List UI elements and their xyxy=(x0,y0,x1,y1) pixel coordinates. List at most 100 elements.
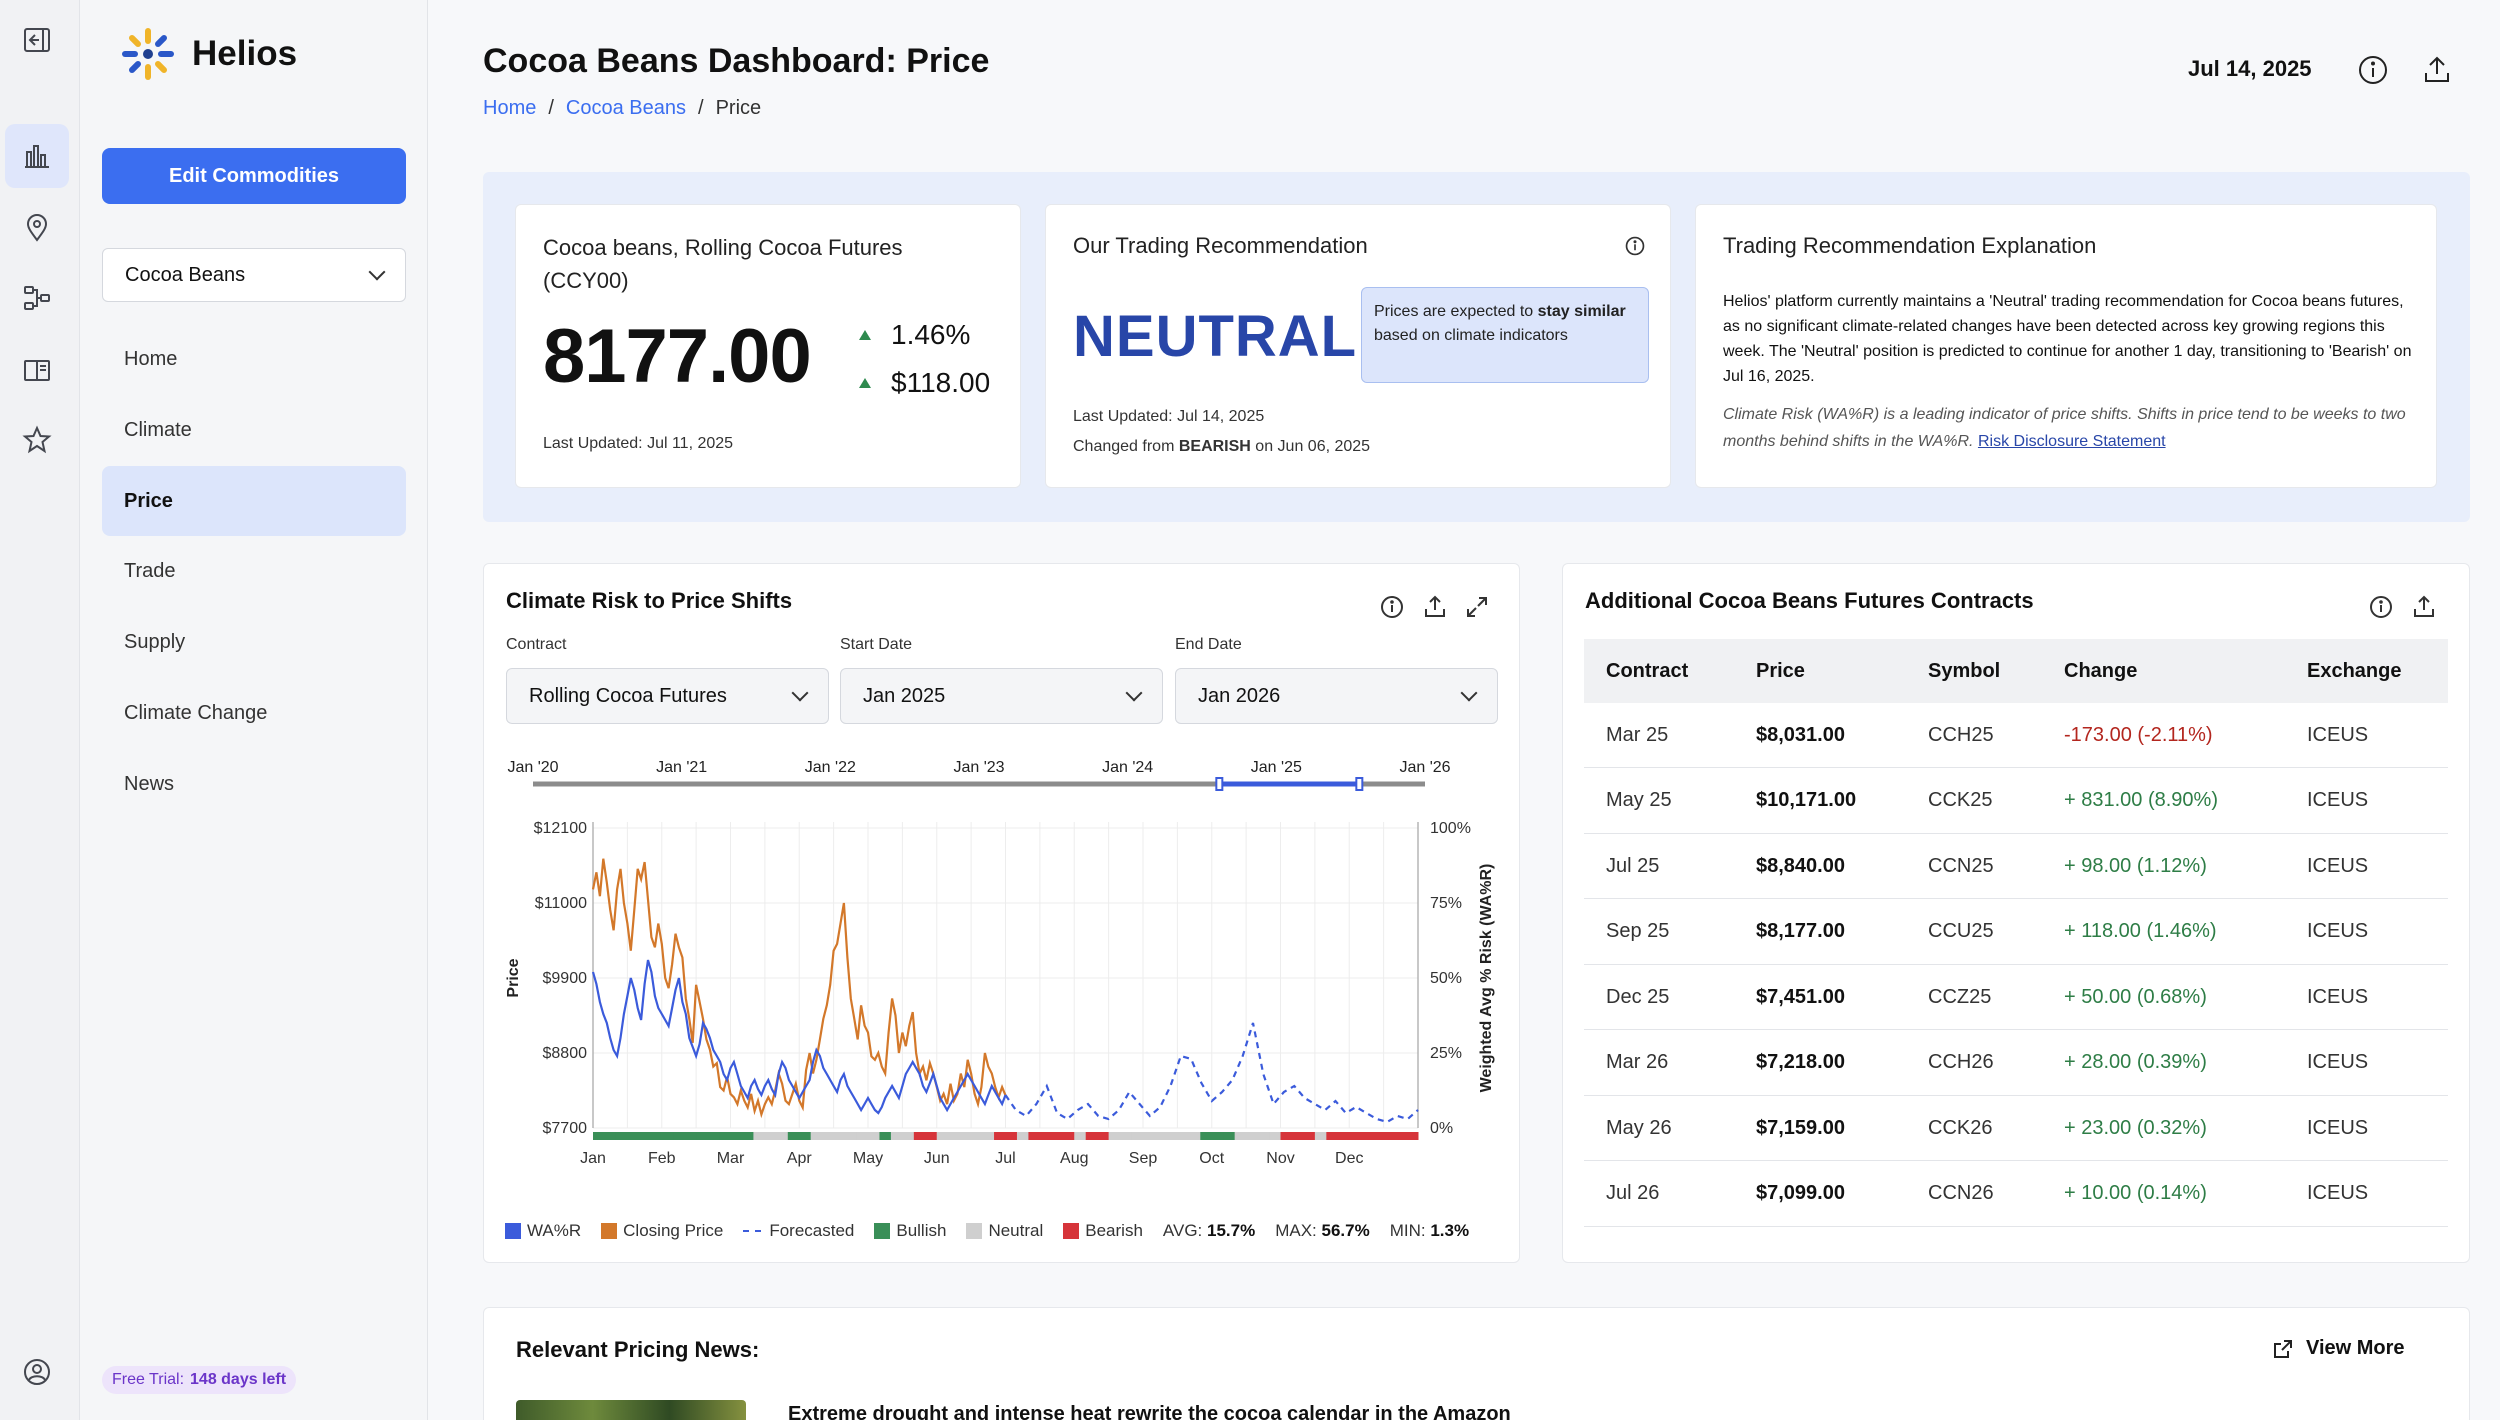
news-thumbnail[interactable] xyxy=(516,1400,746,1420)
changed-text: on Jun 06, 2025 xyxy=(1251,438,1370,455)
recommendation-title: Our Trading Recommendation xyxy=(1073,233,1368,259)
header-change[interactable]: Change xyxy=(2064,639,2137,703)
cell-price: $7,099.00 xyxy=(1756,1162,1845,1226)
header-price[interactable]: Price xyxy=(1756,639,1805,703)
end-date-label: End Date xyxy=(1175,636,1242,654)
sidebar-item-supply[interactable]: Supply xyxy=(102,607,406,677)
header-contract[interactable]: Contract xyxy=(1606,639,1688,703)
end-date-value: Jan 2026 xyxy=(1198,685,1280,708)
signal-segment xyxy=(1384,1132,1396,1140)
news-headline[interactable]: Extreme drought and intense heat rewrite… xyxy=(788,1403,1511,1420)
free-trial-badge[interactable]: Free Trial: 148 days left xyxy=(102,1366,296,1394)
contract-label: Contract xyxy=(506,636,566,654)
info-icon[interactable] xyxy=(2355,52,2391,88)
flow-icon[interactable] xyxy=(5,266,69,330)
recommendation-note: Prices are expected to stay similar base… xyxy=(1361,287,1649,383)
legend-label: Neutral xyxy=(988,1221,1043,1241)
breadcrumb-cocoa-beans[interactable]: Cocoa Beans xyxy=(566,97,686,120)
signal-segment xyxy=(1040,1132,1052,1140)
note-text: Prices are expected to xyxy=(1374,303,1538,320)
start-date-select[interactable]: Jan 2025 xyxy=(840,668,1163,724)
page-title: Cocoa Beans Dashboard: Price xyxy=(483,42,989,81)
cell-price: $7,159.00 xyxy=(1756,1096,1845,1160)
legend-bearish[interactable]: Bearish xyxy=(1063,1221,1143,1241)
sidebar-item-climate[interactable]: Climate xyxy=(102,395,406,465)
legend-bullish[interactable]: Bullish xyxy=(874,1221,946,1241)
cell-change: + 23.00 (0.32%) xyxy=(2064,1096,2207,1160)
cell-contract: Dec 25 xyxy=(1606,965,1669,1029)
signal-segment xyxy=(1120,1132,1132,1140)
table-row[interactable]: May 25$10,171.00CCK25+ 831.00 (8.90%)ICE… xyxy=(1584,769,2448,834)
share-icon[interactable] xyxy=(2419,52,2455,88)
map-pin-icon[interactable] xyxy=(5,196,69,260)
external-link-icon xyxy=(2272,1338,2294,1360)
collapse-sidebar-icon[interactable] xyxy=(5,8,69,72)
table-row[interactable]: Mar 26$7,218.00CCH26+ 28.00 (0.39%)ICEUS xyxy=(1584,1031,2448,1096)
sidebar-item-home[interactable]: Home xyxy=(102,324,406,394)
info-icon[interactable] xyxy=(1379,594,1405,620)
cell-symbol: CCH26 xyxy=(1928,1031,1994,1095)
risk-disclosure-link[interactable]: Risk Disclosure Statement xyxy=(1978,433,2166,450)
trial-prefix: Free Trial: xyxy=(112,1371,184,1389)
signal-segment xyxy=(604,1132,616,1140)
commodity-select[interactable]: Cocoa Beans xyxy=(102,248,406,302)
star-icon[interactable] xyxy=(5,408,69,472)
contract-select[interactable]: Rolling Cocoa Futures xyxy=(506,668,829,724)
trial-days: 148 days left xyxy=(190,1371,286,1389)
table-row[interactable]: May 26$7,159.00CCK26+ 23.00 (0.32%)ICEUS xyxy=(1584,1096,2448,1161)
signal-segment xyxy=(731,1132,743,1140)
changed-from-value: BEARISH xyxy=(1179,438,1251,455)
futures-table-header: Contract Price Symbol Change Exchange xyxy=(1584,639,2448,703)
book-icon[interactable] xyxy=(5,338,69,402)
sidebar-item-climate-change[interactable]: Climate Change xyxy=(102,678,406,748)
start-date-value: Jan 2025 xyxy=(863,685,945,708)
signal-segment xyxy=(1292,1132,1304,1140)
legend-forecast[interactable]: Forecasted xyxy=(743,1221,854,1241)
cell-change: + 98.00 (1.12%) xyxy=(2064,834,2207,898)
signal-segment xyxy=(1338,1132,1350,1140)
legend-wa[interactable]: WA%R xyxy=(505,1221,581,1241)
x-tick-label: Mar xyxy=(717,1150,745,1167)
sidebar-item-trade[interactable]: Trade xyxy=(102,536,406,606)
cell-change: + 831.00 (8.90%) xyxy=(2064,769,2218,833)
signal-segment xyxy=(753,1132,765,1140)
signal-segment xyxy=(925,1132,937,1140)
user-circle-icon[interactable] xyxy=(5,1340,69,1404)
end-date-select[interactable]: Jan 2026 xyxy=(1175,668,1498,724)
info-icon[interactable] xyxy=(2368,594,2394,620)
breadcrumb-separator: / xyxy=(698,97,704,120)
signal-segment xyxy=(914,1132,926,1140)
signal-segment xyxy=(1086,1132,1098,1140)
table-row[interactable]: Sep 25$8,177.00CCU25+ 118.00 (1.46%)ICEU… xyxy=(1584,900,2448,965)
brand[interactable]: Helios xyxy=(120,26,297,82)
signal-segment xyxy=(1372,1132,1384,1140)
header-exchange[interactable]: Exchange xyxy=(2307,639,2401,703)
signal-segment xyxy=(685,1132,697,1140)
table-row[interactable]: Jul 26$7,099.00CCN26+ 10.00 (0.14%)ICEUS xyxy=(1584,1162,2448,1227)
chart-bars-icon[interactable] xyxy=(5,124,69,188)
legend-neutral[interactable]: Neutral xyxy=(966,1221,1043,1241)
signal-segment xyxy=(1212,1132,1224,1140)
header-symbol[interactable]: Symbol xyxy=(1928,639,2000,703)
sidebar-item-price[interactable]: Price xyxy=(102,466,406,536)
share-icon[interactable] xyxy=(1422,594,1448,620)
expand-icon[interactable] xyxy=(1464,594,1490,620)
cell-change: + 28.00 (0.39%) xyxy=(2064,1031,2207,1095)
share-icon[interactable] xyxy=(2411,594,2437,620)
signal-segment xyxy=(742,1132,754,1140)
table-row[interactable]: Mar 25$8,031.00CCH25-173.00 (-2.11%)ICEU… xyxy=(1584,703,2448,768)
sidebar-item-news[interactable]: News xyxy=(102,749,406,819)
chevron-down-icon xyxy=(1126,685,1143,702)
table-row[interactable]: Jul 25$8,840.00CCN25+ 98.00 (1.12%)ICEUS xyxy=(1584,834,2448,899)
legend-swatch xyxy=(874,1223,890,1239)
signal-segment xyxy=(1235,1132,1247,1140)
signal-segment xyxy=(994,1132,1006,1140)
legend-close[interactable]: Closing Price xyxy=(601,1221,723,1241)
info-icon[interactable] xyxy=(1624,235,1646,257)
table-row[interactable]: Dec 25$7,451.00CCZ25+ 50.00 (0.68%)ICEUS xyxy=(1584,965,2448,1030)
view-more-link[interactable]: View More xyxy=(2272,1337,2405,1360)
signal-segment xyxy=(708,1132,720,1140)
breadcrumb-home[interactable]: Home xyxy=(483,97,536,120)
y2-axis-title: Weighted Avg % Risk (WA%R) xyxy=(1478,864,1495,1093)
edit-commodities-button[interactable]: Edit Commodities xyxy=(102,148,406,204)
